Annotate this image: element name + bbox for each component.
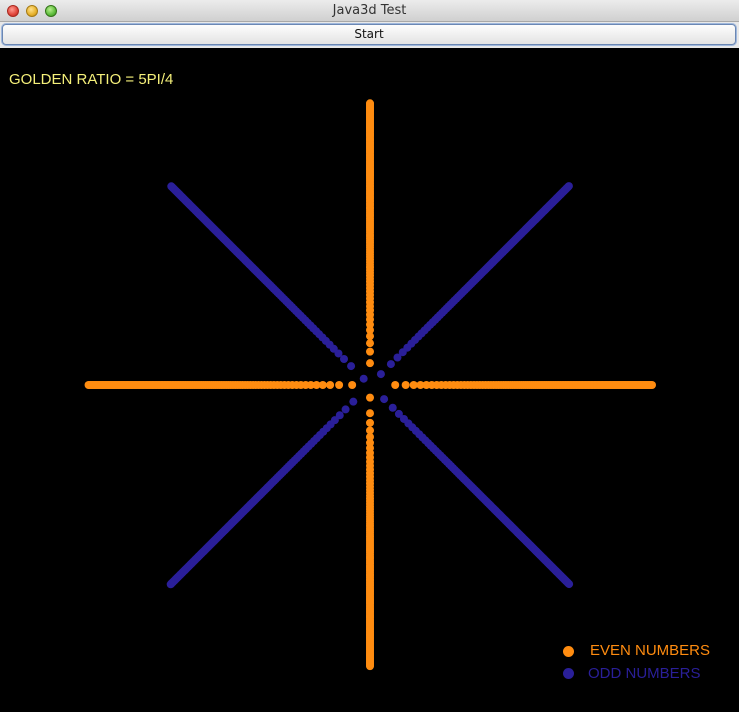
even-number-point xyxy=(366,662,374,671)
odd-number-point xyxy=(341,405,350,414)
even-number-point xyxy=(366,359,374,368)
odd-numbers-legend-label: ODD NUMBERS xyxy=(588,665,701,682)
odd-numbers-legend-dot xyxy=(563,668,574,679)
even-number-point xyxy=(366,339,374,348)
spiral-plot xyxy=(84,99,656,671)
even-number-point xyxy=(335,381,344,389)
title-bar: Java3d Test xyxy=(0,0,739,22)
even-number-point xyxy=(366,347,374,356)
even-number-point xyxy=(401,381,410,389)
odd-number-point xyxy=(388,403,397,412)
even-number-point xyxy=(84,381,93,389)
even-numbers-legend-label: EVEN NUMBERS xyxy=(590,642,711,659)
odd-number-point xyxy=(376,370,385,379)
even-number-point xyxy=(366,418,374,427)
odd-number-point xyxy=(349,397,358,406)
app-window: Java3d Test Start GOLDEN RATIO = 5PI/4 E… xyxy=(0,0,739,712)
toolbar: Start xyxy=(0,22,739,48)
even-number-point xyxy=(391,381,400,389)
even-number-point xyxy=(326,381,335,389)
odd-number-point xyxy=(565,580,574,589)
even-number-point xyxy=(348,381,357,389)
start-button[interactable]: Start xyxy=(2,24,736,45)
odd-number-point xyxy=(166,580,175,589)
even-numbers-legend-dot xyxy=(563,646,574,657)
window-title: Java3d Test xyxy=(332,3,407,18)
odd-number-point xyxy=(347,362,356,371)
even-number-point xyxy=(648,381,656,389)
odd-number-point xyxy=(564,182,573,191)
odd-number-point xyxy=(380,395,389,404)
even-number-point xyxy=(366,409,374,418)
even-number-point xyxy=(366,393,374,402)
odd-number-point xyxy=(167,182,176,191)
spiral-canvas: GOLDEN RATIO = 5PI/4 EVEN NUMBERS ODD NU… xyxy=(0,48,739,712)
odd-number-point xyxy=(359,374,368,383)
even-number-point xyxy=(366,99,374,108)
odd-number-point xyxy=(386,360,395,369)
